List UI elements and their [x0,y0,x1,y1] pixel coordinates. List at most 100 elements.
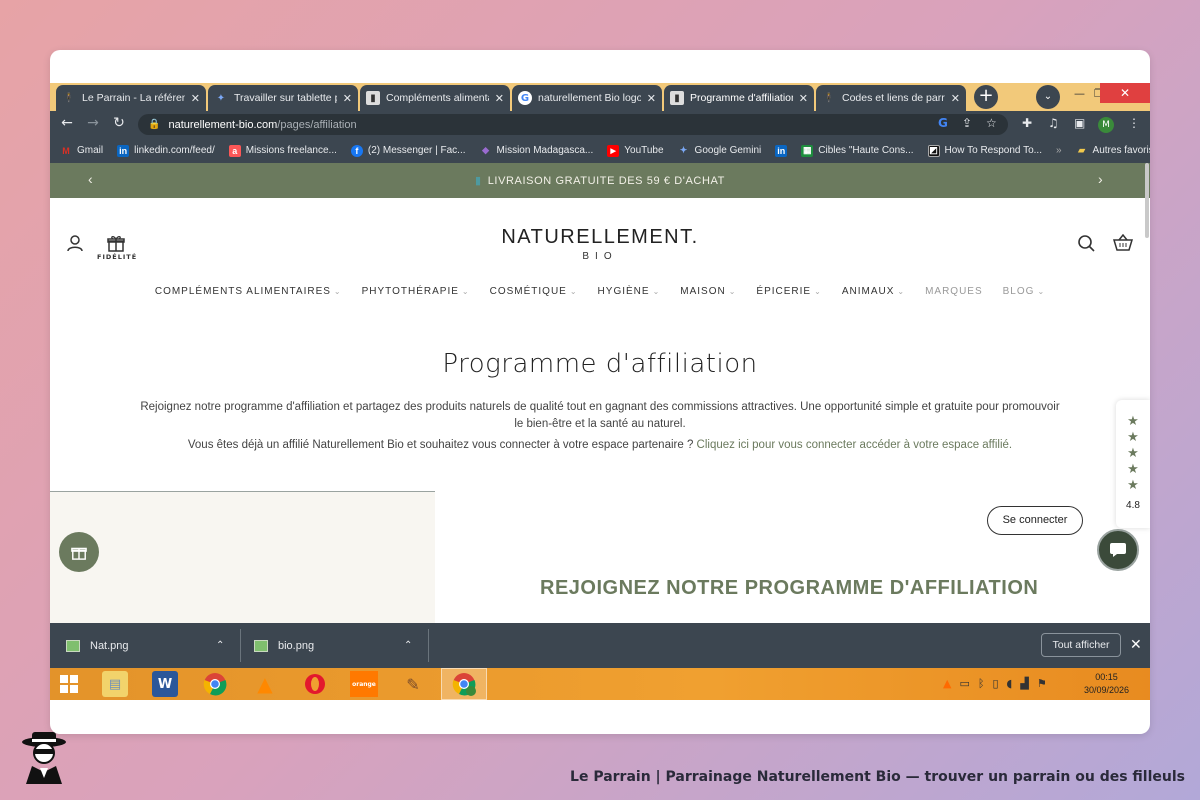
loyalty-gift-button[interactable] [59,532,99,572]
login-paragraph: Vous êtes déjà un affilié Naturellement … [50,439,1150,451]
bookmark-gmail[interactable]: M Gmail [60,145,103,157]
more-bookmarks-icon[interactable]: » [1056,145,1062,156]
google-lens-icon[interactable]: G [938,116,948,130]
join-heading: REJOIGNEZ NOTRE PROGRAMME D'AFFILIATION [540,577,1039,599]
bookmark-how-to-respond[interactable]: ◩ How To Respond To... [927,144,1042,157]
search-icon[interactable] [1077,234,1095,256]
cart-icon[interactable] [1112,233,1134,256]
reviews-rating-widget[interactable]: ★ ★ ★ ★ ★ 4.8 [1116,400,1150,528]
close-tab-icon[interactable]: ✕ [495,92,504,105]
promo-prev-icon[interactable]: ‹ [88,171,93,187]
star-icon: ★ [1127,430,1139,445]
orange-icon[interactable]: orange [350,671,378,697]
gemini-icon: ✦ [679,145,688,155]
tab-travailler-tablette[interactable]: ✦ Travailler sur tablette pa ✕ [208,85,358,111]
word-icon[interactable]: W [152,671,178,697]
close-tab-icon[interactable]: ✕ [647,92,656,105]
paint-icon[interactable]: ✎ [400,671,426,697]
forward-icon[interactable]: → [84,115,102,131]
volume-icon[interactable]: ◖ [1007,677,1013,690]
download-item-nat[interactable]: Nat.png ⌃ [66,623,236,668]
reload-icon[interactable]: ↻ [110,115,128,131]
extensions-icon[interactable]: ✚ [1022,116,1032,130]
bookmark-youtube[interactable]: ▶ YouTube [607,144,664,157]
bookmark-mission-madagascar[interactable]: ◆ Mission Madagasca... [480,145,594,157]
chevron-down-icon: ⌄ [652,287,661,296]
footer-caption: Le Parrain | Parrainage Naturellement Bi… [570,769,1185,785]
promo-next-icon[interactable]: › [1098,171,1103,187]
scrollbar[interactable] [1145,163,1149,238]
divider [428,629,429,662]
close-tab-icon[interactable]: ✕ [191,92,200,105]
chevron-down-icon: ⌄ [1037,287,1046,296]
close-tab-icon[interactable]: ✕ [951,92,960,105]
close-tab-icon[interactable]: ✕ [343,92,352,105]
close-tab-icon[interactable]: ✕ [799,92,808,105]
chrome-profile-icon[interactable] [451,671,477,697]
se-connecter-button[interactable]: Se connecter [987,506,1083,535]
tab-title: Codes et liens de parrai [842,92,945,104]
bookmark-messenger[interactable]: f (2) Messenger | Fac... [350,144,466,157]
minimize-icon[interactable]: — [1074,87,1085,100]
close-downloads-icon[interactable]: ✕ [1130,636,1142,653]
bluetooth-icon[interactable]: ᛒ [978,677,985,690]
file-explorer-icon[interactable]: ▤ [102,671,128,697]
star-icon: ★ [1127,478,1139,493]
network-icon[interactable]: ▟ [1020,677,1028,690]
show-all-downloads-button[interactable]: Tout afficher [1041,633,1121,657]
new-tab-button[interactable]: + [974,85,998,109]
le-parrain-favicon-icon: 🕴 [62,92,76,104]
chevron-up-icon[interactable]: ⌃ [404,640,412,651]
taskbar-clock[interactable]: 00:15 30/09/2026 [1084,671,1129,697]
share-icon[interactable]: ⇪ [962,116,972,130]
site-logo[interactable]: NATURELLEMENT. BIO [50,226,1150,262]
avast-icon[interactable]: ▲ [943,677,951,690]
bookmark-missions-freelance[interactable]: a Missions freelance... [228,144,337,157]
opera-icon[interactable] [302,671,328,697]
gift-icon [71,547,87,560]
side-panel-icon[interactable]: ▣ [1074,116,1085,130]
le-parrain-favicon-icon: 🕴 [822,92,836,104]
tab-codes-parrainage[interactable]: 🕴 Codes et liens de parrai ✕ [816,85,966,111]
bookmark-gemini[interactable]: ✦ Google Gemini [678,145,761,157]
media-control-icon[interactable]: ♫ [1048,116,1059,130]
bookmark-label: linkedin.com/feed/ [134,145,215,156]
bookmark-label: Mission Madagasca... [496,145,594,156]
chevron-up-icon[interactable]: ⌃ [216,640,224,651]
back-icon[interactable]: ← [58,115,76,131]
menu-kebab-icon[interactable]: ⋮ [1128,116,1140,130]
tab-programme-affiliation[interactable]: ▮ Programme d'affiliation ✕ [664,85,814,111]
clock-date: 30/09/2026 [1084,685,1130,695]
chrome-icon[interactable] [202,671,228,697]
bookmark-linkedin-2[interactable]: in [775,144,788,157]
bookmark-linkedin[interactable]: in linkedin.com/feed/ [117,144,215,157]
windows-start-icon[interactable] [56,671,82,697]
vlc-icon[interactable]: ▲ [252,671,278,697]
bookmark-autres-favoris[interactable]: ▰ Autres favoris [1076,145,1150,157]
affiliation-image-panel [50,491,435,623]
facebook-icon: f [350,144,363,157]
window-close-button[interactable]: ✕ [1100,83,1150,103]
linkedin-icon: in [775,144,788,157]
download-item-bio[interactable]: bio.png ⌃ [254,623,424,668]
bookmark-star-icon[interactable]: ☆ [986,116,997,130]
chat-button[interactable] [1097,529,1139,571]
system-tray: ▲ ▭ ᛒ ▯ ◖ ▟ ⚑ [943,677,1047,690]
lock-icon: 🔒 [148,119,161,130]
tab-search-button[interactable]: ⌄ [1036,85,1060,109]
flag-icon[interactable]: ⚑ [1037,677,1047,690]
bookmark-cibles[interactable]: ▦ Cibles "Haute Cons... [801,144,914,157]
promo-text: LIVRAISON GRATUITE DES 59 € D'ACHAT [487,174,725,187]
display-icon[interactable]: ▭ [959,677,969,690]
tab-google-search[interactable]: G naturellement Bio logo ✕ [512,85,662,111]
address-bar[interactable]: 🔒 naturellement-bio.com/pages/affiliatio… [138,114,1008,135]
star-icon: ★ [1127,414,1139,429]
login-link[interactable]: Cliquez ici pour vous connecter accéder … [697,439,1013,451]
tab-le-parrain[interactable]: 🕴 Le Parrain - La référence ✕ [56,85,206,111]
page-title: Programme d'affiliation [442,349,758,379]
tab-title: Le Parrain - La référence [82,92,185,104]
tab-complements[interactable]: ▮ Compléments alimentai ✕ [360,85,510,111]
battery-icon[interactable]: ▯ [992,677,998,690]
profile-avatar[interactable]: M [1098,117,1114,133]
tab-title: Compléments alimentai [386,92,489,104]
